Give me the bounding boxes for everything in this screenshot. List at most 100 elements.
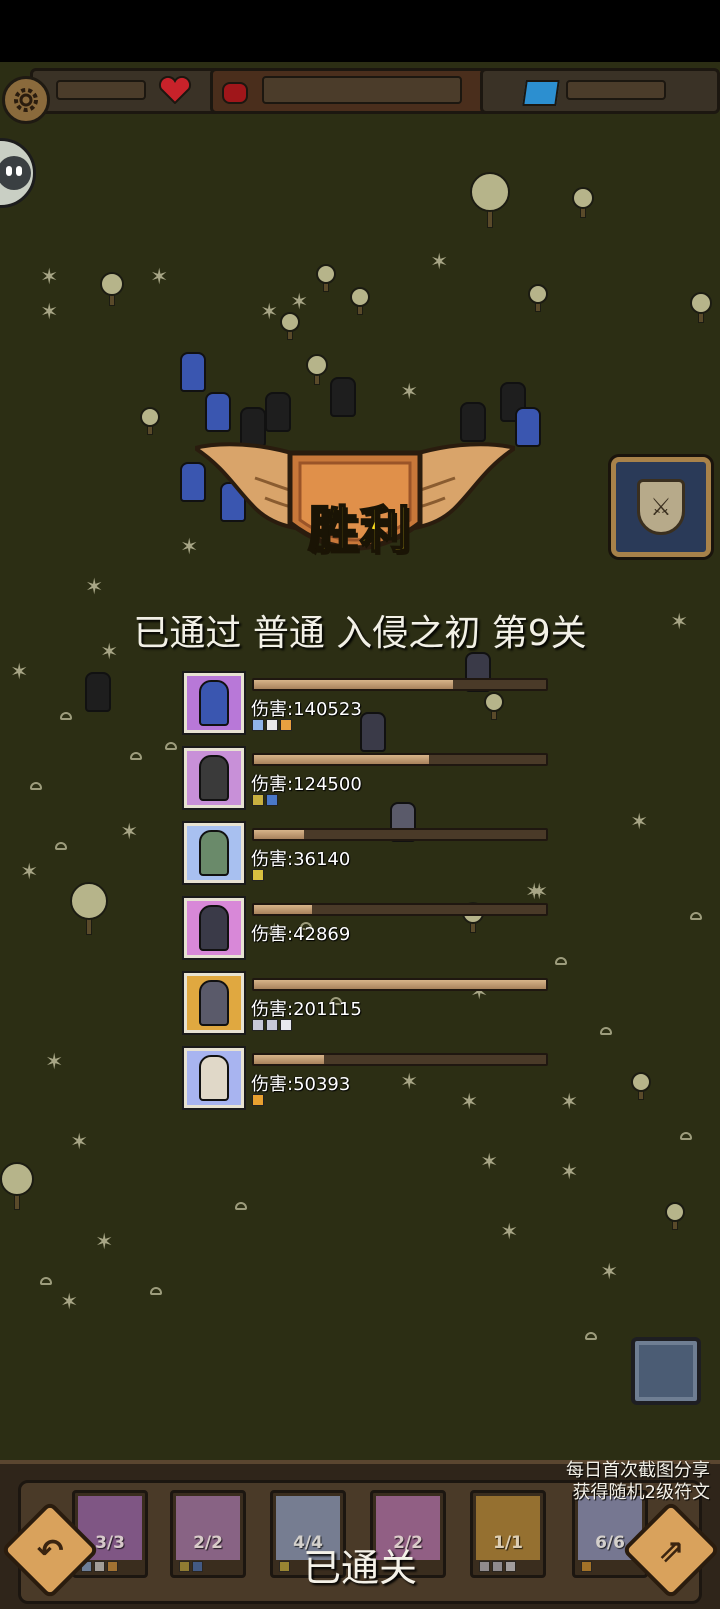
result-row: 伤害:140523: [184, 673, 554, 735]
grass-tuft: ✶: [10, 660, 29, 685]
grass-tuft: ✶: [400, 380, 419, 405]
battle-unit: [265, 392, 291, 432]
share-reward-notice[interactable]: 每日首次截图分享 获得随机2级符文: [566, 1460, 710, 1504]
tree-top: [100, 272, 124, 296]
victory-title: 胜利: [307, 500, 412, 560]
tree-top: [665, 1202, 685, 1222]
grass-tuft: ✶: [40, 265, 59, 290]
rune-icon: [266, 719, 278, 731]
battle-unit: [205, 392, 231, 432]
damage-bar-fill: [254, 980, 546, 989]
grass-tuft: ✶: [560, 1090, 579, 1115]
rune-icon: [252, 794, 264, 806]
tree-top: [528, 284, 548, 304]
cleared-label: 已通关: [302, 1546, 417, 1590]
rune-icons: [252, 1019, 292, 1031]
pebble: [680, 1132, 692, 1140]
damage-bar-fill: [254, 755, 430, 764]
damage-bar-fill: [254, 680, 453, 689]
hero-figure: [199, 755, 229, 801]
tree-top: [306, 354, 328, 376]
grass-tuft: ✶: [85, 575, 104, 600]
grass-tuft: ✶: [70, 1130, 89, 1155]
pebble: [55, 842, 67, 850]
pebble: [555, 957, 567, 965]
grass-tuft: ✶: [500, 1220, 519, 1245]
blue-gem-icon: [522, 80, 560, 106]
tree-top: [572, 187, 594, 209]
result-row: 伤害:124500: [184, 748, 554, 810]
wave-progress-slot: [262, 76, 462, 104]
hero-portrait: [184, 1048, 244, 1108]
damage-bar: [252, 678, 548, 691]
battle-unit: [180, 352, 206, 392]
rune-icons: [252, 794, 278, 806]
grass-tuft: ✶: [600, 1260, 619, 1285]
result-row: 伤害:201115: [184, 973, 554, 1035]
hero-portrait: [184, 898, 244, 958]
grass-tuft: ✶: [45, 1050, 64, 1075]
battle-unit: [460, 402, 486, 442]
rune-icon: [266, 794, 278, 806]
grass-tuft: ✶: [480, 1150, 499, 1175]
damage-bar: [252, 1053, 548, 1066]
hero-portrait: [184, 748, 244, 808]
pebble: [30, 782, 42, 790]
hero-figure: [199, 1055, 229, 1101]
speed-frame-icon[interactable]: [631, 1337, 701, 1405]
grass-tuft: ✶: [20, 860, 39, 885]
rune-icon: [252, 869, 264, 881]
rune-icon: [252, 719, 264, 731]
tree-top: [280, 312, 300, 332]
pebble: [600, 1027, 612, 1035]
gem-value-slot: [566, 80, 666, 100]
heart-icon: [158, 76, 192, 104]
hero-figure: [199, 980, 229, 1026]
tree-top: [470, 172, 510, 212]
gear-icon[interactable]: [2, 76, 50, 124]
grass-tuft: ✶: [560, 1160, 579, 1185]
damage-bar-fill: [254, 905, 313, 914]
rune-icons: [252, 1094, 264, 1106]
battle-unit: [515, 407, 541, 447]
red-gem-icon: [222, 82, 248, 104]
pebble: [40, 1277, 52, 1285]
rune-icons: [252, 869, 264, 881]
life-value-slot: [56, 80, 146, 100]
grass-tuft: ✶: [60, 1290, 79, 1315]
pebble: [150, 1287, 162, 1295]
damage-bar: [252, 978, 548, 991]
grass-tuft: ✶: [630, 810, 649, 835]
stage-cleared-text: 已通过 普通 入侵之初 第9关: [133, 613, 587, 654]
rune-icons: [252, 719, 292, 731]
share-line-1: 每日首次截图分享: [566, 1460, 710, 1481]
hero-figure: [199, 830, 229, 876]
hero-portrait: [184, 673, 244, 733]
tree-top: [690, 292, 712, 314]
status-bar: [0, 0, 720, 62]
damage-label: 伤害:36140: [251, 849, 351, 870]
rune-icon: [252, 1094, 264, 1106]
hero-figure: [199, 905, 229, 951]
rune-icon: [280, 1019, 292, 1031]
damage-label: 伤害:42869: [251, 924, 351, 945]
tree-top: [0, 1162, 34, 1196]
tree-top: [350, 287, 370, 307]
pebble: [585, 1332, 597, 1340]
grass-tuft: ✶: [260, 300, 279, 325]
hero-figure: [199, 680, 229, 726]
damage-label: 伤害:140523: [251, 699, 362, 720]
rune-icon: [252, 1019, 264, 1031]
rune-icon: [266, 1019, 278, 1031]
grass-tuft: ✶: [95, 1230, 114, 1255]
result-row: 伤害:36140: [184, 823, 554, 885]
tree-top: [631, 1072, 651, 1092]
pebble: [165, 742, 177, 750]
tree-top: [70, 882, 108, 920]
grass-tuft: ✶: [40, 300, 59, 325]
grass-tuft: ✶: [120, 820, 139, 845]
damage-bar: [252, 903, 548, 916]
battle-unit: [85, 672, 111, 712]
grass-tuft: ✶: [430, 250, 449, 275]
top-hud: [0, 62, 720, 124]
